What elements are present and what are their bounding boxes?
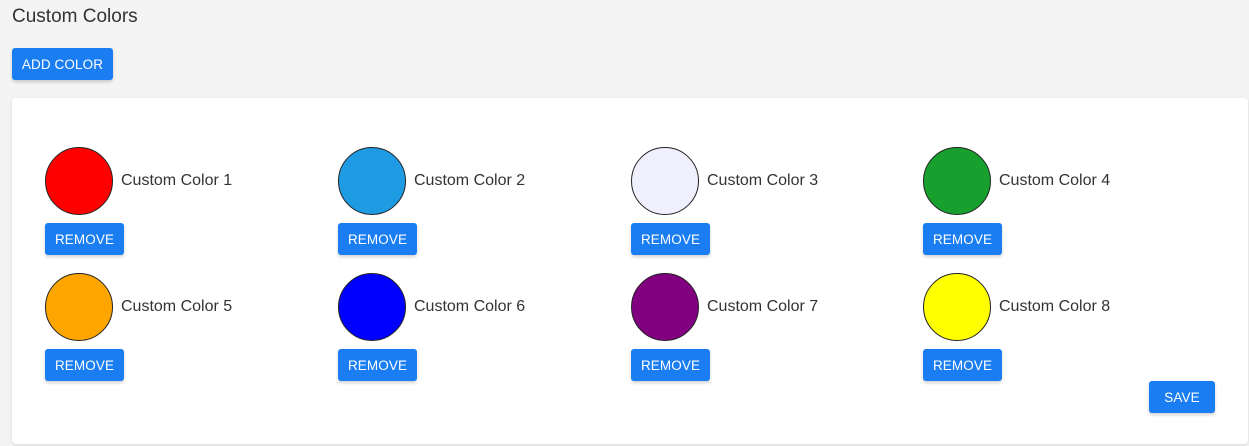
color-item-1: Custom Color 1 REMOVE: [45, 147, 325, 267]
page-title: Custom Colors: [12, 6, 138, 27]
add-color-button[interactable]: ADD COLOR: [12, 48, 113, 80]
color-swatch: [45, 273, 113, 341]
color-swatch: [631, 273, 699, 341]
color-label: Custom Color 3: [707, 172, 819, 189]
color-swatch: [338, 147, 406, 215]
remove-button[interactable]: REMOVE: [631, 223, 710, 255]
color-label: Custom Color 4: [999, 172, 1111, 189]
color-swatch: [338, 273, 406, 341]
color-label: Custom Color 7: [707, 298, 819, 315]
remove-button[interactable]: REMOVE: [45, 223, 124, 255]
save-button[interactable]: SAVE: [1149, 381, 1215, 413]
remove-button[interactable]: REMOVE: [923, 223, 1002, 255]
color-swatch: [631, 147, 699, 215]
color-label: Custom Color 5: [121, 298, 233, 315]
remove-button[interactable]: REMOVE: [923, 349, 1002, 381]
remove-button[interactable]: REMOVE: [338, 223, 417, 255]
color-swatch: [923, 273, 991, 341]
color-item-2: Custom Color 2 REMOVE: [338, 147, 618, 267]
color-label: Custom Color 8: [999, 298, 1111, 315]
color-item-3: Custom Color 3 REMOVE: [631, 147, 911, 267]
color-item-7: Custom Color 7 REMOVE: [631, 273, 911, 393]
remove-button[interactable]: REMOVE: [45, 349, 124, 381]
colors-panel: Custom Color 1 REMOVE Custom Color 2 REM…: [12, 98, 1248, 444]
color-item-4: Custom Color 4 REMOVE: [923, 147, 1203, 267]
remove-button[interactable]: REMOVE: [631, 349, 710, 381]
color-label: Custom Color 1: [121, 172, 233, 189]
color-item-8: Custom Color 8 REMOVE: [923, 273, 1203, 393]
color-item-5: Custom Color 5 REMOVE: [45, 273, 325, 393]
color-label: Custom Color 6: [414, 298, 526, 315]
color-swatch: [923, 147, 991, 215]
remove-button[interactable]: REMOVE: [338, 349, 417, 381]
color-label: Custom Color 2: [414, 172, 526, 189]
color-item-6: Custom Color 6 REMOVE: [338, 273, 618, 393]
color-grid: Custom Color 1 REMOVE Custom Color 2 REM…: [45, 147, 1215, 399]
color-swatch: [45, 147, 113, 215]
